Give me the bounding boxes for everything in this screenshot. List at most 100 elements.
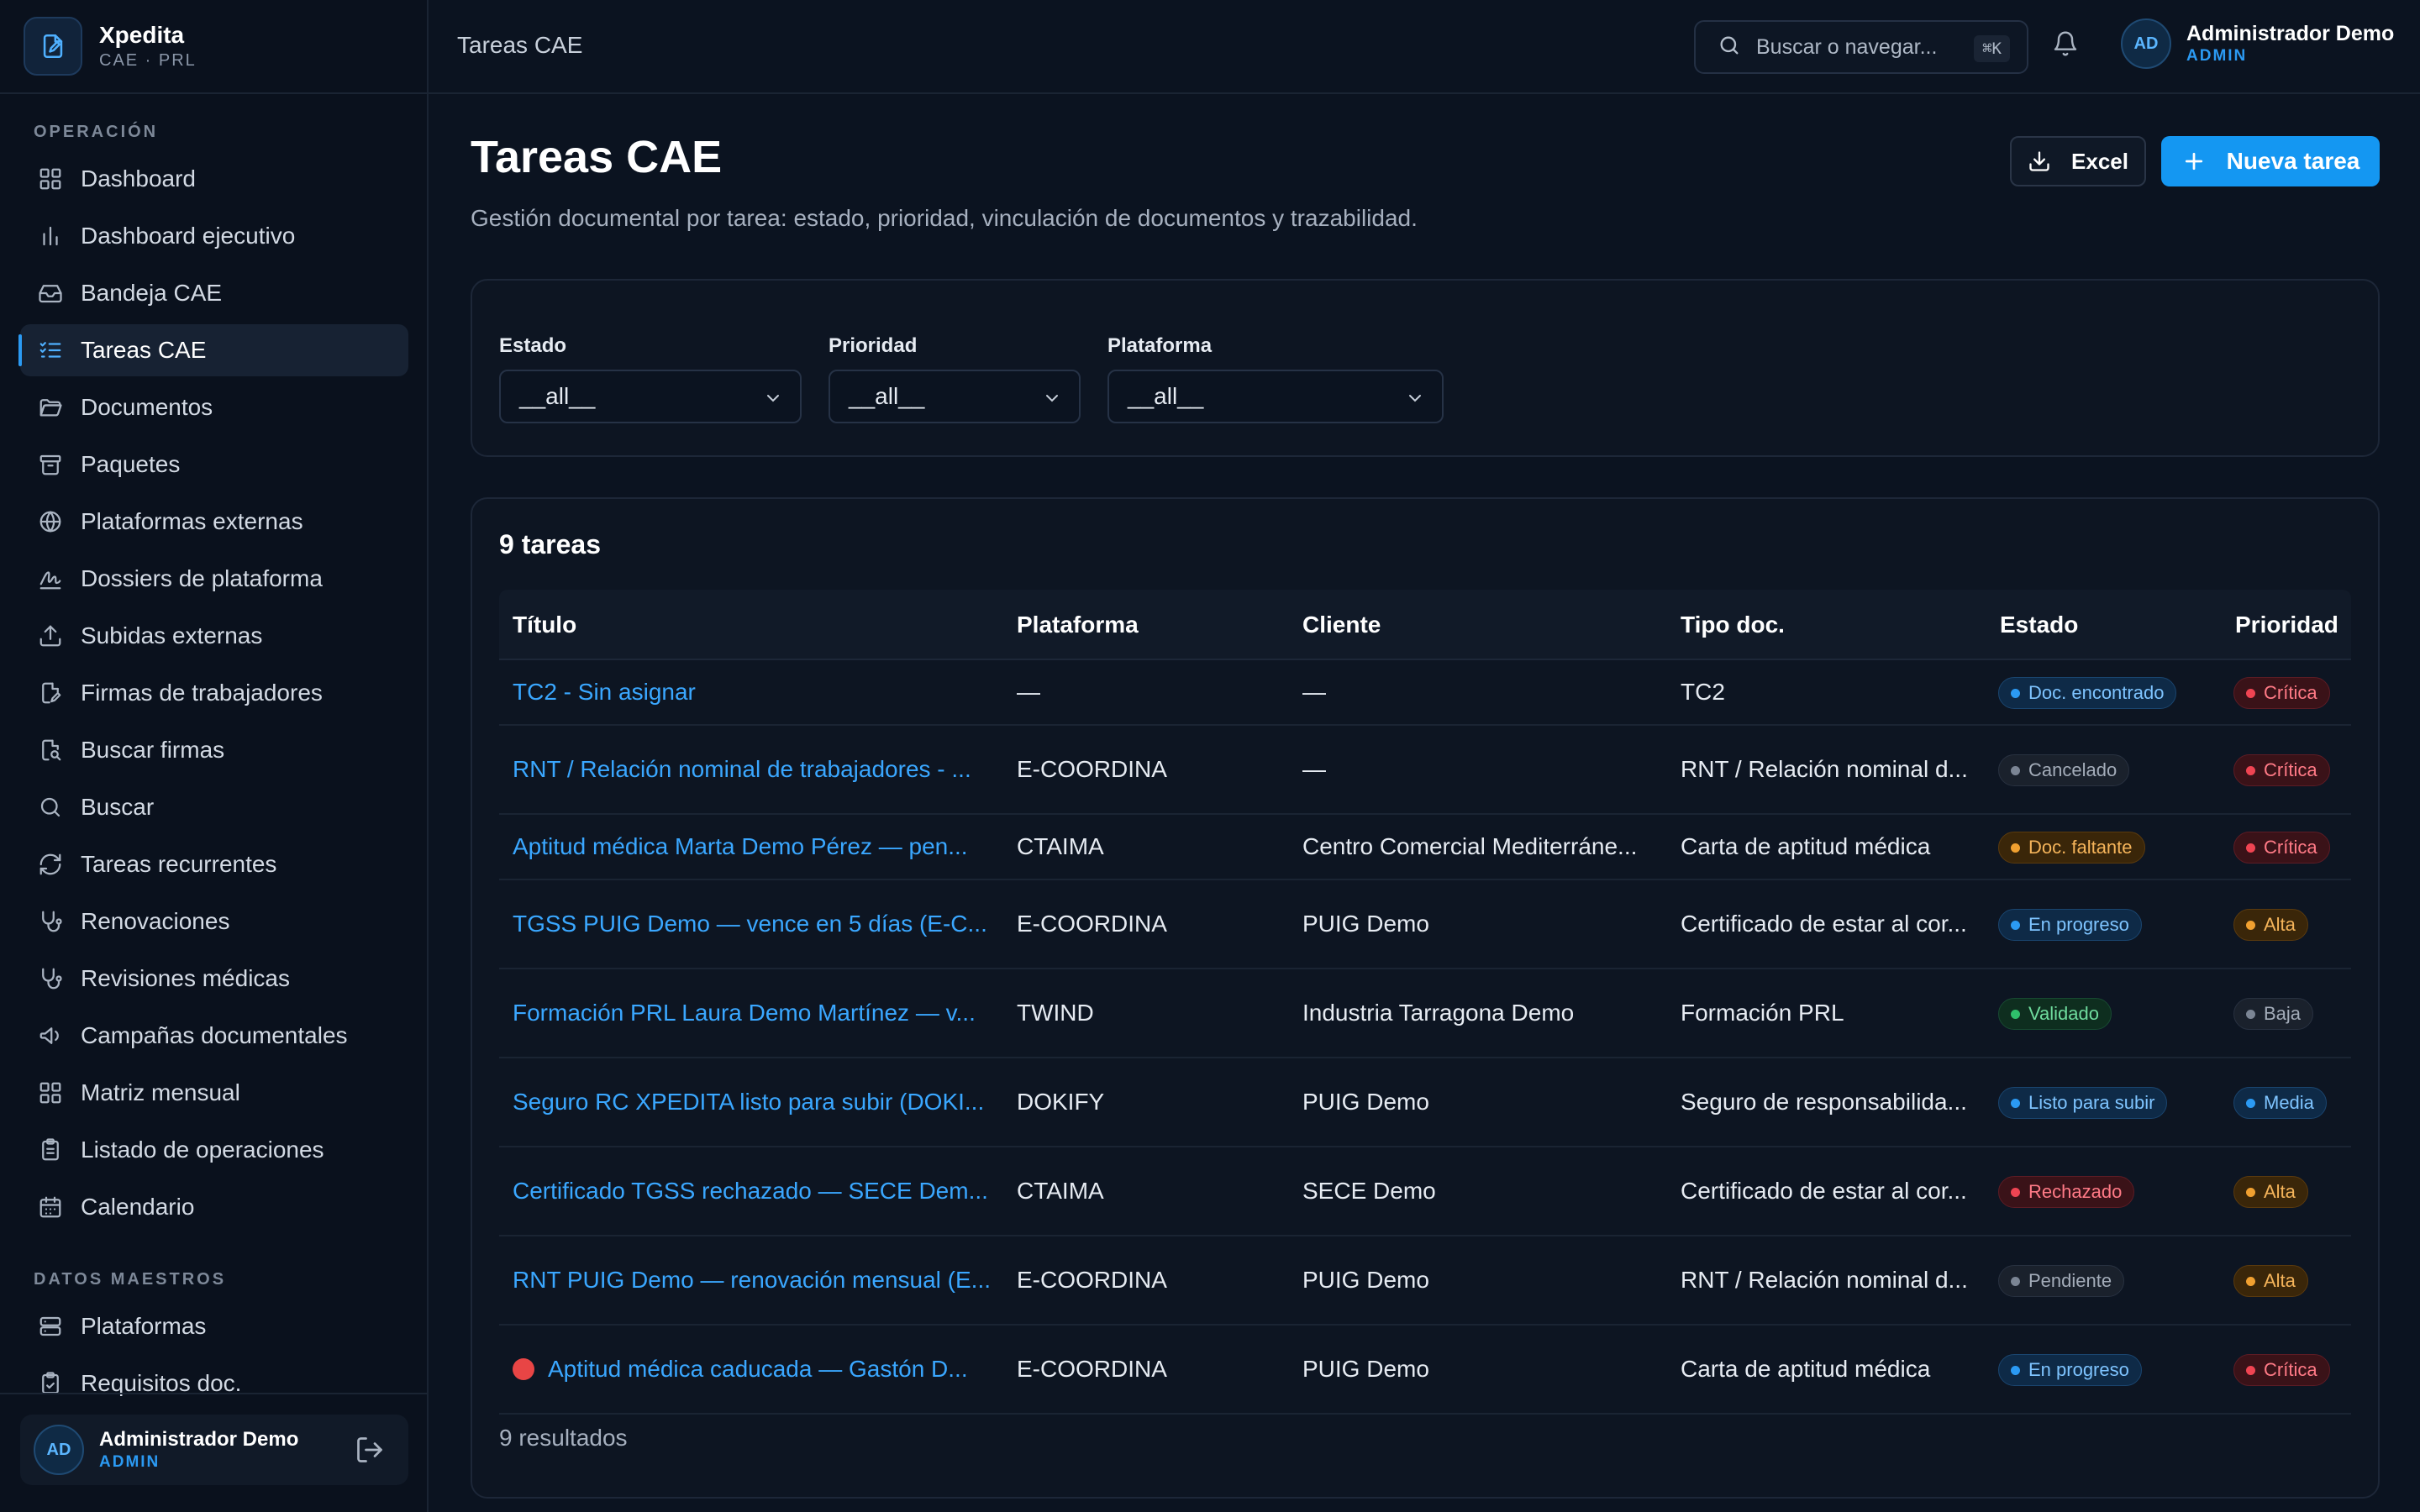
cell-tipo: Carta de aptitud médica xyxy=(1681,833,1931,859)
badge-label: Pendiente xyxy=(2028,1270,2112,1291)
status-dot-icon xyxy=(2246,843,2255,853)
column-header[interactable]: Plataforma xyxy=(1017,612,1139,638)
task-title-link[interactable]: RNT / Relación nominal de trabajadores -… xyxy=(513,756,1000,783)
estado-select[interactable]: __all__ xyxy=(499,370,802,423)
tasks-count: 9 tareas xyxy=(499,529,601,559)
sidebar-item-tareas-recurrentes[interactable]: Tareas recurrentes xyxy=(20,838,408,890)
table-row[interactable]: RNT PUIG Demo — renovación mensual (E...… xyxy=(499,1236,2351,1326)
status-dot-icon xyxy=(2011,1276,2020,1286)
table-row[interactable]: Seguro RC XPEDITA listo para subir (DOKI… xyxy=(499,1058,2351,1147)
sidebar-item-dashboard[interactable]: Dashboard xyxy=(20,153,408,205)
task-title-link[interactable]: TC2 - Sin asignar xyxy=(513,679,1000,706)
user-role: ADMIN xyxy=(2186,47,2248,65)
table-row[interactable]: TC2 - Sin asignar — — TC2 Doc. encontrado Crí… xyxy=(499,660,2351,726)
status-dot-icon xyxy=(2011,843,2020,853)
status-badge: Pendiente xyxy=(1998,1265,2125,1297)
chevron-down-icon xyxy=(1046,395,1058,402)
table-row[interactable]: TGSS PUIG Demo — vence en 5 días (E-C...… xyxy=(499,880,2351,969)
sidebar-item-plataformas[interactable]: Plataformas xyxy=(20,1300,408,1352)
top-user-menu[interactable]: AD Administrador Demo ADMIN xyxy=(2121,18,2394,69)
badge-label: Doc. faltante xyxy=(2028,837,2133,858)
status-dot-icon xyxy=(2246,920,2255,930)
task-title-link[interactable]: Certificado TGSS rechazado — SECE Dem... xyxy=(513,1178,1000,1205)
prioridad-select[interactable]: __all__ xyxy=(829,370,1081,423)
status-badge: En progreso xyxy=(1998,1354,2142,1386)
table-row[interactable]: Aptitud médica caducada — Gastón D... E-C… xyxy=(499,1326,2351,1415)
stethoscope-icon xyxy=(37,965,64,992)
badge-label: Alta xyxy=(2264,1270,2296,1291)
bell-icon[interactable] xyxy=(2052,30,2086,64)
user-role: ADMIN xyxy=(99,1453,160,1471)
search-input[interactable]: Buscar o navegar... ⌘K xyxy=(1694,20,2028,74)
badge-label: Cancelado xyxy=(2028,759,2118,780)
sidebar-item-calendario[interactable]: Calendario xyxy=(20,1181,408,1233)
cell-cliente: — xyxy=(1302,756,1326,782)
sidebar-item-label: Subidas externas xyxy=(81,622,263,648)
sidebar-item-renovaciones[interactable]: Renovaciones xyxy=(20,895,408,948)
table-body: TC2 - Sin asignar — — TC2 Doc. encontrado Crí… xyxy=(499,660,2351,1415)
column-header[interactable]: Estado xyxy=(2000,612,2078,638)
sidebar-item-firmas-de-trabajadores[interactable]: Firmas de trabajadores xyxy=(20,667,408,719)
plataforma-select[interactable]: __all__ xyxy=(1107,370,1444,423)
sidebar-item-buscar[interactable]: Buscar xyxy=(20,781,408,833)
sidebar-item-label: Campañas documentales xyxy=(81,1022,348,1048)
sidebar-item-listado-de-operaciones[interactable]: Listado de operaciones xyxy=(20,1124,408,1176)
sidebar-item-dashboard-ejecutivo[interactable]: Dashboard ejecutivo xyxy=(20,210,408,262)
task-title-link[interactable]: Formación PRL Laura Demo Martínez — v... xyxy=(513,1000,1000,1026)
badge-label: Crítica xyxy=(2264,759,2317,780)
excel-button[interactable]: Excel xyxy=(2010,136,2146,186)
brand[interactable]: Xpedita CAE · PRL xyxy=(0,0,427,94)
priority-badge: Crítica xyxy=(2233,1354,2330,1386)
sidebar-item-tareas-cae[interactable]: Tareas CAE xyxy=(18,324,408,376)
status-dot-icon xyxy=(2246,1187,2255,1197)
sidebar-item-subidas-externas[interactable]: Subidas externas xyxy=(20,610,408,662)
badge-label: Alta xyxy=(2264,1181,2296,1202)
status-dot-icon xyxy=(2011,920,2020,930)
brand-subtitle: CAE · PRL xyxy=(99,51,197,70)
status-dot-icon xyxy=(2011,1365,2020,1375)
sidebar-item-bandeja-cae[interactable]: Bandeja CAE xyxy=(20,267,408,319)
sidebar-item-dossiers-de-plataforma[interactable]: Dossiers de plataforma xyxy=(20,553,408,605)
sidebar-item-label: Calendario xyxy=(81,1194,195,1220)
status-badge: Validado xyxy=(1998,998,2112,1030)
column-header[interactable]: Tipo doc. xyxy=(1681,612,1785,638)
logout-icon[interactable] xyxy=(355,1435,385,1465)
status-dot-icon xyxy=(2246,1009,2255,1019)
user-card[interactable]: AD Administrador Demo ADMIN xyxy=(20,1415,408,1485)
column-header[interactable]: Cliente xyxy=(1302,612,1381,638)
status-badge: Listo para subir xyxy=(1998,1087,2168,1119)
search-icon xyxy=(1718,34,1741,61)
sidebar-item-documentos[interactable]: Documentos xyxy=(20,381,408,433)
sidebar-item-plataformas-externas[interactable]: Plataformas externas xyxy=(20,496,408,548)
task-title-link[interactable]: Seguro RC XPEDITA listo para subir (DOKI… xyxy=(513,1089,1000,1116)
column-header[interactable]: Prioridad xyxy=(2235,612,2338,638)
priority-badge: Crítica xyxy=(2233,754,2330,786)
task-title-link[interactable]: RNT PUIG Demo — renovación mensual (E... xyxy=(513,1267,1000,1294)
column-header[interactable]: Título xyxy=(513,612,576,638)
cell-tipo: RNT / Relación nominal d... xyxy=(1681,1267,1968,1293)
avatar: AD xyxy=(34,1425,84,1475)
sidebar-item-paquetes[interactable]: Paquetes xyxy=(20,438,408,491)
table-row[interactable]: Aptitud médica Marta Demo Pérez — pen...… xyxy=(499,815,2351,880)
table-row[interactable]: Formación PRL Laura Demo Martínez — v...… xyxy=(499,969,2351,1058)
task-title-link[interactable]: Aptitud médica Marta Demo Pérez — pen... xyxy=(513,833,1000,860)
server-icon xyxy=(37,1313,64,1340)
bar-chart-icon xyxy=(37,223,64,249)
user-name: Administrador Demo xyxy=(99,1428,299,1451)
priority-badge: Baja xyxy=(2233,998,2314,1030)
page-title: Tareas CAE xyxy=(471,132,723,182)
sidebar-item-revisiones-medicas[interactable]: Revisiones médicas xyxy=(20,953,408,1005)
filters-card: Estado __all__ Prioridad __all__ Platafo… xyxy=(471,279,2380,457)
table-row[interactable]: Certificado TGSS rechazado — SECE Dem...… xyxy=(499,1147,2351,1236)
table-row[interactable]: RNT / Relación nominal de trabajadores -… xyxy=(499,726,2351,815)
sidebar-item-buscar-firmas[interactable]: Buscar firmas xyxy=(20,724,408,776)
new-task-button[interactable]: Nueva tarea xyxy=(2161,136,2380,186)
sidebar-item-matriz-mensual[interactable]: Matriz mensual xyxy=(20,1067,408,1119)
sidebar-item-campanas-documentales[interactable]: Campañas documentales xyxy=(20,1010,408,1062)
task-title-link[interactable]: Aptitud médica caducada — Gastón D... xyxy=(513,1356,1000,1383)
globe-icon xyxy=(37,508,64,535)
tasks-table-card: 9 tareas Título Plataforma Cliente Tipo … xyxy=(471,497,2380,1499)
sidebar-item-label: Tareas recurrentes xyxy=(81,851,277,877)
task-title-link[interactable]: TGSS PUIG Demo — vence en 5 días (E-C... xyxy=(513,911,1000,937)
cell-cliente: PUIG Demo xyxy=(1302,911,1429,937)
